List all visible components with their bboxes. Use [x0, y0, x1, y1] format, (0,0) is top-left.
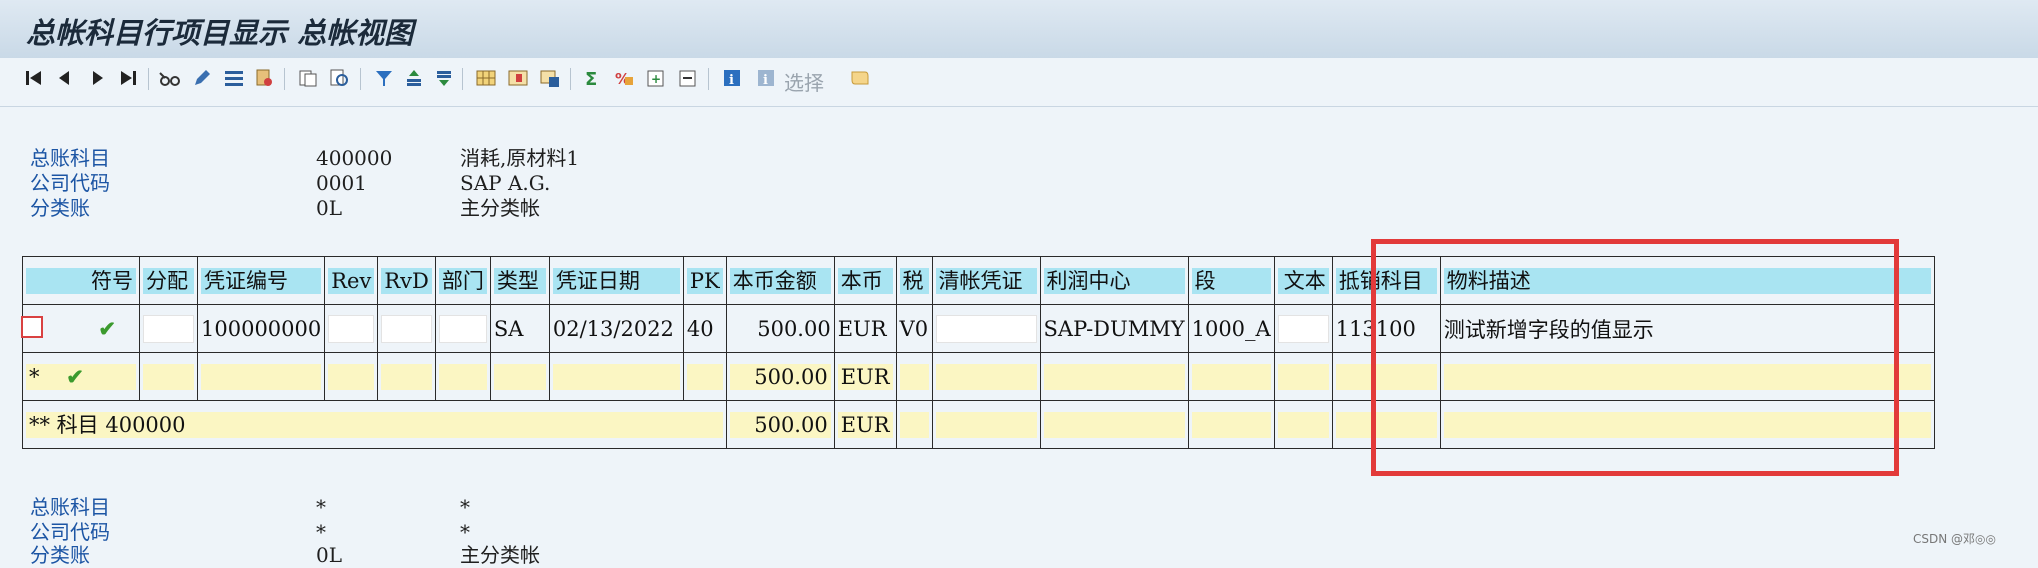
footer-desc-gl-account: * — [460, 495, 470, 519]
column-header[interactable]: 清帐凭证 — [935, 267, 1037, 294]
header-label-gl-account: 总账科目 — [30, 146, 110, 170]
currency-cell: EUR — [837, 316, 887, 341]
footer-value-company-code: * — [316, 520, 326, 544]
previous-page-icon[interactable] — [52, 66, 76, 90]
posting-key-cell: 40 — [686, 316, 714, 341]
header-value-gl-account: 400000 — [316, 146, 393, 170]
layout-grid-icon[interactable] — [474, 66, 498, 90]
header-desc-gl-account: 消耗,原材料1 — [460, 146, 580, 170]
scroll-icon — [848, 66, 872, 90]
checkmark-icon: ✔ — [98, 315, 116, 341]
svg-text:i: i — [763, 73, 768, 88]
checkmark-icon: ✔ — [66, 363, 84, 389]
subtotal-currency: EUR — [837, 363, 893, 390]
change-layout-icon[interactable] — [506, 66, 530, 90]
header-label-ledger: 分类账 — [30, 196, 90, 220]
select-button: 选择 — [784, 71, 824, 95]
column-header[interactable]: 凭证日期 — [552, 267, 680, 294]
footer-desc-company-code: * — [460, 520, 470, 544]
display-glasses-icon[interactable] — [158, 66, 182, 90]
column-header[interactable]: PK — [686, 267, 723, 294]
window-title: 总帐科目行项目显示 总帐视图 — [26, 16, 414, 50]
collapse-totals-icon[interactable] — [676, 66, 700, 90]
selection-info-icon: i — [754, 66, 778, 90]
subtotal-marker: * — [29, 364, 40, 389]
edit-pencil-icon[interactable] — [190, 66, 214, 90]
find-icon[interactable] — [328, 66, 352, 90]
segment-cell: 1000_A — [1191, 316, 1271, 341]
column-header[interactable]: 类型 — [493, 267, 546, 294]
row-select-checkbox[interactable] — [21, 316, 43, 338]
text-cell — [1277, 314, 1329, 343]
footer-desc-ledger: 主分类帐 — [460, 543, 540, 567]
column-header[interactable]: 段 — [1191, 267, 1271, 294]
clearing-doc-cell — [935, 314, 1037, 343]
sort-descending-icon[interactable] — [432, 66, 456, 90]
doc-number-cell[interactable]: 100000000 — [201, 317, 321, 341]
info-icon[interactable]: i — [720, 66, 744, 90]
expand-totals-icon[interactable]: + — [644, 66, 668, 90]
column-header[interactable]: 部门 — [438, 267, 487, 294]
column-header[interactable]: 本币金额 — [729, 267, 831, 294]
doc-type-cell: SA — [493, 316, 524, 341]
column-header[interactable]: 文本 — [1277, 267, 1329, 294]
filter-icon[interactable] — [372, 66, 396, 90]
svg-text:+: + — [651, 72, 661, 86]
account-total-label: ** 科目 400000 — [26, 411, 723, 438]
highlight-box — [1371, 239, 1899, 476]
footer-label-company-code: 公司代码 — [30, 520, 110, 544]
assignment-cell — [143, 314, 194, 343]
document-stamp-icon[interactable] — [252, 66, 276, 90]
header-value-ledger: 0L — [316, 196, 343, 220]
sort-ascending-icon[interactable] — [402, 66, 426, 90]
column-header[interactable]: 利润中心 — [1043, 267, 1185, 294]
title-bar: 总帐科目行项目显示 总帐视图 — [0, 0, 2038, 59]
department-cell — [438, 314, 487, 343]
account-total-amount: 500.00 — [729, 411, 831, 438]
rev-cell — [328, 314, 375, 343]
svg-text:Σ: Σ — [585, 69, 597, 88]
last-page-icon[interactable] — [116, 66, 140, 90]
document-copy-icon[interactable] — [296, 66, 320, 90]
header-value-company-code: 0001 — [316, 171, 367, 195]
subtotal-amount: 500.00 — [729, 363, 831, 390]
first-page-icon[interactable] — [22, 66, 46, 90]
column-header[interactable]: RvD — [381, 267, 432, 294]
doc-date-cell: 02/13/2022 — [552, 316, 674, 341]
column-header[interactable]: 本币 — [837, 267, 893, 294]
profit-center-cell: SAP-DUMMY — [1043, 316, 1185, 341]
column-header[interactable]: 凭证编号 — [201, 267, 322, 294]
header-desc-company-code: SAP A.G. — [460, 171, 551, 195]
rvd-cell — [381, 314, 432, 343]
svg-text:i: i — [729, 73, 734, 88]
footer-label-gl-account: 总账科目 — [30, 495, 110, 519]
amount-cell: 500.00 — [757, 316, 831, 341]
save-layout-icon[interactable] — [538, 66, 562, 90]
subtotal-icon[interactable]: % — [612, 66, 636, 90]
column-header[interactable]: 符号 — [26, 267, 136, 294]
footer-value-ledger: 0L — [316, 543, 343, 567]
account-total-currency: EUR — [837, 411, 893, 438]
column-header[interactable]: 分配 — [143, 267, 194, 294]
tax-code-cell: V0 — [899, 316, 929, 341]
footer-value-gl-account: * — [316, 495, 326, 519]
footer-label-ledger: 分类账 — [30, 543, 90, 567]
watermark: CSDN @邓◎◎ — [1913, 532, 1996, 546]
column-header[interactable]: 税 — [899, 267, 929, 294]
header-label-company-code: 公司代码 — [30, 171, 110, 195]
list-settings-icon[interactable] — [222, 66, 246, 90]
header-desc-ledger: 主分类帐 — [460, 196, 540, 220]
next-page-icon[interactable] — [86, 66, 110, 90]
column-header[interactable]: Rev — [328, 267, 375, 294]
sum-icon[interactable]: Σ — [580, 66, 604, 90]
